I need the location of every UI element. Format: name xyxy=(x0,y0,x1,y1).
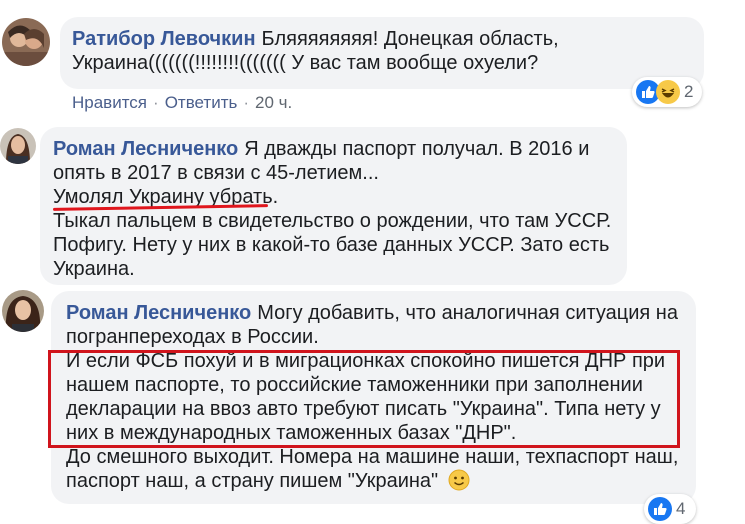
avatar[interactable] xyxy=(2,290,44,332)
comment-author[interactable]: Ратибор Левочкин xyxy=(72,28,256,50)
avatar[interactable] xyxy=(2,18,50,66)
avatar[interactable] xyxy=(0,128,36,164)
comment-author[interactable]: Роман Лесниченко xyxy=(66,302,251,324)
comment-line: До смешного выходит. Номера на машине на… xyxy=(66,446,679,468)
slightly-smiling-face-icon xyxy=(448,469,470,497)
comment-author[interactable]: Роман Лесниченко xyxy=(53,138,238,160)
comment-line: опять в 2017 в связи с 45-летием... xyxy=(53,162,379,184)
comment-line: Пофигу. Нету у них в какой-то базе данны… xyxy=(53,234,610,256)
like-link[interactable]: Нравится xyxy=(72,93,147,112)
reaction-count: 4 xyxy=(676,499,686,518)
comment-line: погранпереходах в России. xyxy=(66,326,319,348)
red-box-annotation xyxy=(48,350,680,448)
comment-line: паспорт наш, а страну пишем "Украина" xyxy=(66,469,681,497)
comment-line: Роман Лесниченко Могу добавить, что анало… xyxy=(66,302,678,324)
comment-bubble: Ратибор Левочкин Бляяяяяяяя! Донецкая обл… xyxy=(60,17,704,89)
reaction-count: 2 xyxy=(684,82,694,101)
comment-actions: Нравится · Ответить · 20 ч. xyxy=(72,93,293,112)
comment-line: Тыкал пальцем в свидетельство о рождении… xyxy=(53,210,612,232)
comment-line: Украина(((((((!!!!!!!!((((((( У вас там … xyxy=(72,52,539,74)
comment-line: Ратибор Левочкин Бляяяяяяяя! Донецкая обл… xyxy=(72,28,559,50)
reply-link[interactable]: Ответить xyxy=(165,93,238,112)
like-icon xyxy=(648,497,672,521)
comment-line: Украина. xyxy=(53,258,135,280)
reaction-summary[interactable]: 2 xyxy=(632,77,702,107)
reaction-summary[interactable]: 4 xyxy=(644,494,696,524)
timestamp[interactable]: 20 ч. xyxy=(255,93,292,112)
comment-line: Роман Лесниченко Я дважды паспорт получал… xyxy=(53,138,590,160)
haha-icon xyxy=(656,80,680,104)
